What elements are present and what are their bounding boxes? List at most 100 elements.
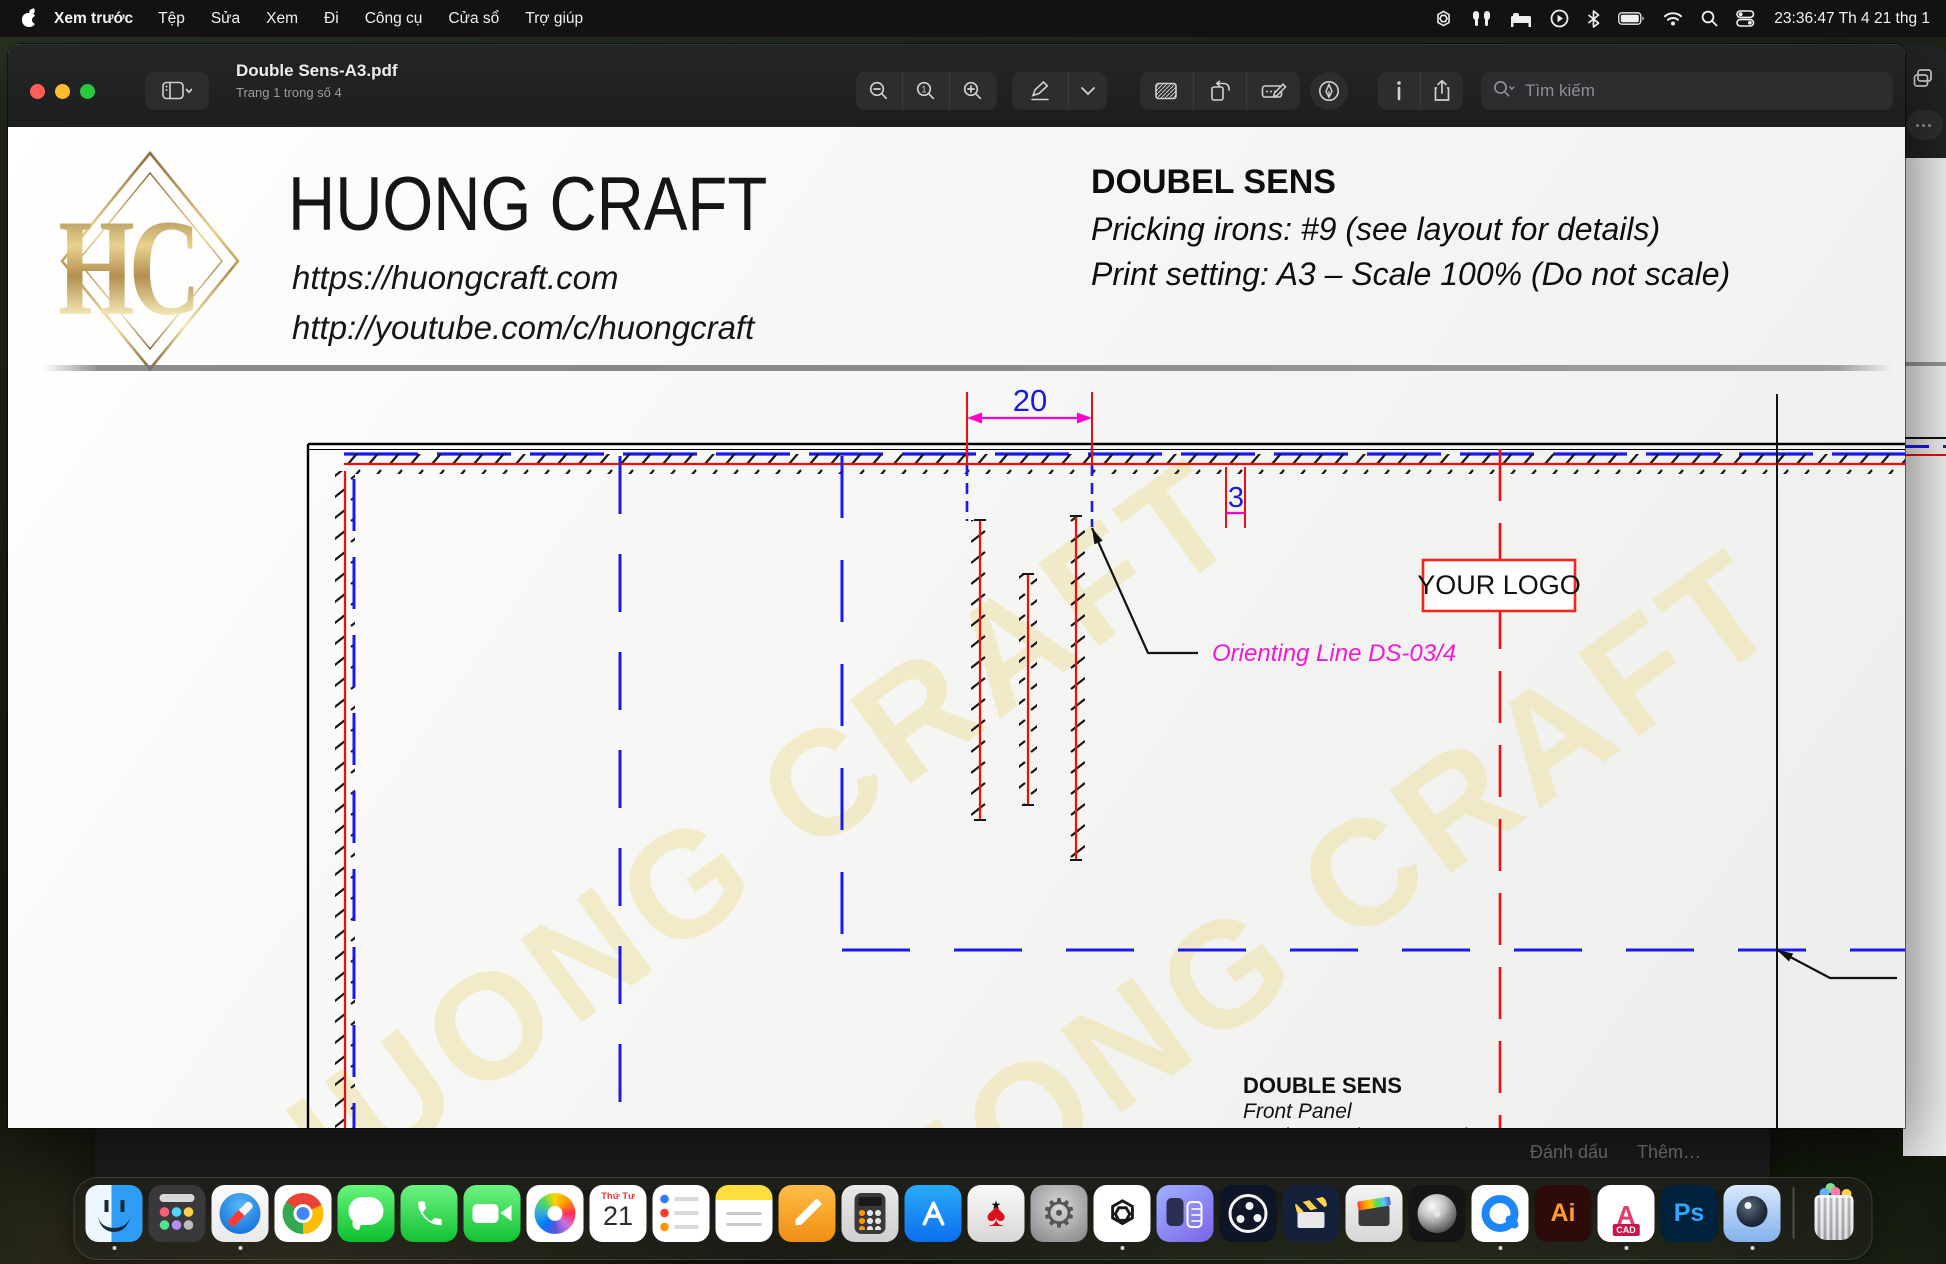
zoom-out-button[interactable] (856, 72, 902, 110)
menu-clock[interactable]: 23:36:47 Th 4 21 thg 1 (1764, 10, 1934, 28)
dock-safari[interactable] (212, 1185, 269, 1242)
panel-title: DOUBLE SENS (1243, 1073, 1402, 1098)
logo-placeholder-label: YOUR LOGO (1417, 570, 1581, 600)
close-button[interactable] (30, 84, 45, 99)
pdf-document[interactable]: HC HUONG CRAFT https://huongcraft.com ht… (8, 127, 1905, 1128)
dock-chrome[interactable] (275, 1185, 332, 1242)
dimension-20-label: 20 (1013, 383, 1047, 418)
sidebar-icon (145, 72, 209, 110)
openai-status-icon[interactable] (1425, 0, 1462, 37)
bluetooth-status-icon[interactable] (1578, 0, 1609, 37)
photoshop-logo: Ps (1674, 1199, 1705, 1228)
sidebar-toggle-button[interactable] (145, 72, 209, 110)
menu-app-name[interactable]: Xem trước (40, 10, 145, 28)
dock-compressor[interactable] (1409, 1185, 1466, 1242)
menu-go[interactable]: Đi (311, 10, 352, 28)
panel-material: Leather: *1 (1.5–1.8mm) (1243, 1125, 1471, 1128)
bed-status-icon[interactable] (1501, 0, 1541, 37)
dock-pokerstars[interactable]: ♠ ★ (968, 1185, 1025, 1242)
window-title: Double Sens-A3.pdf (236, 61, 398, 81)
dock-camo[interactable] (1724, 1185, 1781, 1242)
more-options-icon[interactable] (1907, 110, 1943, 140)
dock-trash[interactable] (1807, 1185, 1861, 1242)
dock-photos[interactable] (527, 1185, 584, 1242)
search-input[interactable] (1523, 80, 1881, 102)
markup-pen-button[interactable] (1012, 72, 1068, 110)
dock-illustrator[interactable]: Ai (1535, 1185, 1592, 1242)
dock-separator (1793, 1187, 1795, 1239)
menu-edit[interactable]: Sửa (198, 10, 253, 28)
autocad-badge: CAD (1612, 1224, 1640, 1236)
window-subtitle: Trang 1 trong số 4 (236, 85, 398, 100)
dock-video-clapper-app[interactable] (1283, 1185, 1340, 1242)
gear-icon: ⚙ (1041, 1194, 1077, 1234)
dock-calculator[interactable] (842, 1185, 899, 1242)
zoom-in-button[interactable] (950, 72, 996, 110)
dock-chatgpt[interactable] (1094, 1185, 1151, 1242)
dock-messages[interactable] (338, 1185, 395, 1242)
dock-app-store[interactable] (905, 1185, 962, 1242)
search-field[interactable] (1481, 72, 1893, 110)
menu-file[interactable]: Tệp (145, 10, 198, 28)
minimize-button[interactable] (55, 84, 70, 99)
share-button[interactable] (1421, 72, 1463, 110)
search-icon (1493, 80, 1515, 103)
dock-calendar[interactable]: Thứ Tư 21 (590, 1185, 647, 1242)
background-document (1903, 158, 1946, 1156)
star-icon: ★ (991, 1198, 1002, 1212)
menu-view[interactable]: Xem (253, 10, 311, 28)
rotate-left-button[interactable] (1194, 72, 1247, 110)
dock-imovie[interactable] (1346, 1185, 1403, 1242)
dock: Thứ Tư 21 ♠ ★ ⚙ Ai A CAD Ps (74, 1177, 1873, 1260)
stitch-line-pocket-2 (1019, 574, 1037, 805)
dock-system-settings[interactable]: ⚙ (1031, 1185, 1088, 1242)
menu-tools[interactable]: Công cụ (352, 10, 436, 28)
title-bar[interactable]: Double Sens-A3.pdf Trang 1 trong số 4 1 (8, 44, 1905, 127)
dock-finder[interactable] (86, 1185, 143, 1242)
menu-help[interactable]: Trợ giúp (512, 10, 596, 28)
desktop: Xem trước Tệp Sửa Xem Đi Công cụ Cửa sổ … (0, 0, 1946, 1264)
crop-image-button[interactable] (1140, 72, 1193, 110)
apple-menu-icon[interactable] (22, 10, 36, 27)
orienting-label: Orienting Line DS-03/4 (1212, 640, 1456, 667)
dock-quicktime[interactable] (1472, 1185, 1529, 1242)
dock-facetime[interactable] (464, 1185, 521, 1242)
dock-autocad[interactable]: A CAD (1598, 1185, 1655, 1242)
background-window-toolbar (1903, 44, 1946, 158)
svg-text:1: 1 (921, 84, 926, 94)
markup-button[interactable]: Đánh dấu (1530, 1142, 1608, 1163)
dimension-3-label: 3 (1228, 482, 1244, 514)
illustrator-logo: Ai (1551, 1199, 1576, 1228)
dock-phone[interactable] (401, 1185, 458, 1242)
dock-photoshop[interactable]: Ps (1661, 1185, 1718, 1242)
dock-pages[interactable] (779, 1185, 836, 1242)
menu-bar: Xem trước Tệp Sửa Xem Đi Công cụ Cửa sổ … (0, 0, 1946, 37)
battery-status-icon[interactable] (1609, 0, 1654, 37)
wifi-status-icon[interactable] (1654, 0, 1692, 37)
more-button[interactable]: Thêm… (1637, 1142, 1701, 1163)
draw-pen-button[interactable] (1310, 72, 1348, 110)
dock-launchpad[interactable] (149, 1185, 206, 1242)
stitch-line-pocket-3 (1067, 516, 1085, 860)
dock-notes[interactable] (716, 1185, 773, 1242)
background-window[interactable] (1903, 44, 1946, 1156)
logo-placeholder-box: YOUR LOGO (1417, 560, 1581, 611)
dock-iphone-mirroring[interactable] (1157, 1185, 1214, 1242)
menu-window[interactable]: Cửa sổ (435, 10, 512, 28)
search-status-icon[interactable] (1692, 0, 1727, 37)
fullscreen-button[interactable] (80, 84, 95, 99)
panel-label: DOUBLE SENS Front Panel Leather: *1 (1.5… (1243, 1073, 1471, 1128)
stitch-line-pocket-1 (971, 520, 989, 820)
panel-subtitle: Front Panel (1243, 1100, 1353, 1123)
zoom-actual-size-button[interactable]: 1 (903, 72, 949, 110)
markup-menu-chevron-icon[interactable] (1069, 72, 1107, 110)
control-center-icon[interactable] (1727, 0, 1764, 37)
fill-sign-button[interactable] (1247, 72, 1300, 110)
airpods-status-icon[interactable] (1462, 0, 1501, 37)
dock-obs[interactable] (1220, 1185, 1277, 1242)
tabs-icon[interactable] (1911, 66, 1935, 95)
dock-reminders[interactable] (653, 1185, 710, 1242)
inspector-button[interactable] (1378, 72, 1420, 110)
preview-window: Double Sens-A3.pdf Trang 1 trong số 4 1 (8, 44, 1905, 1128)
play-circle-status-icon[interactable] (1541, 0, 1578, 37)
